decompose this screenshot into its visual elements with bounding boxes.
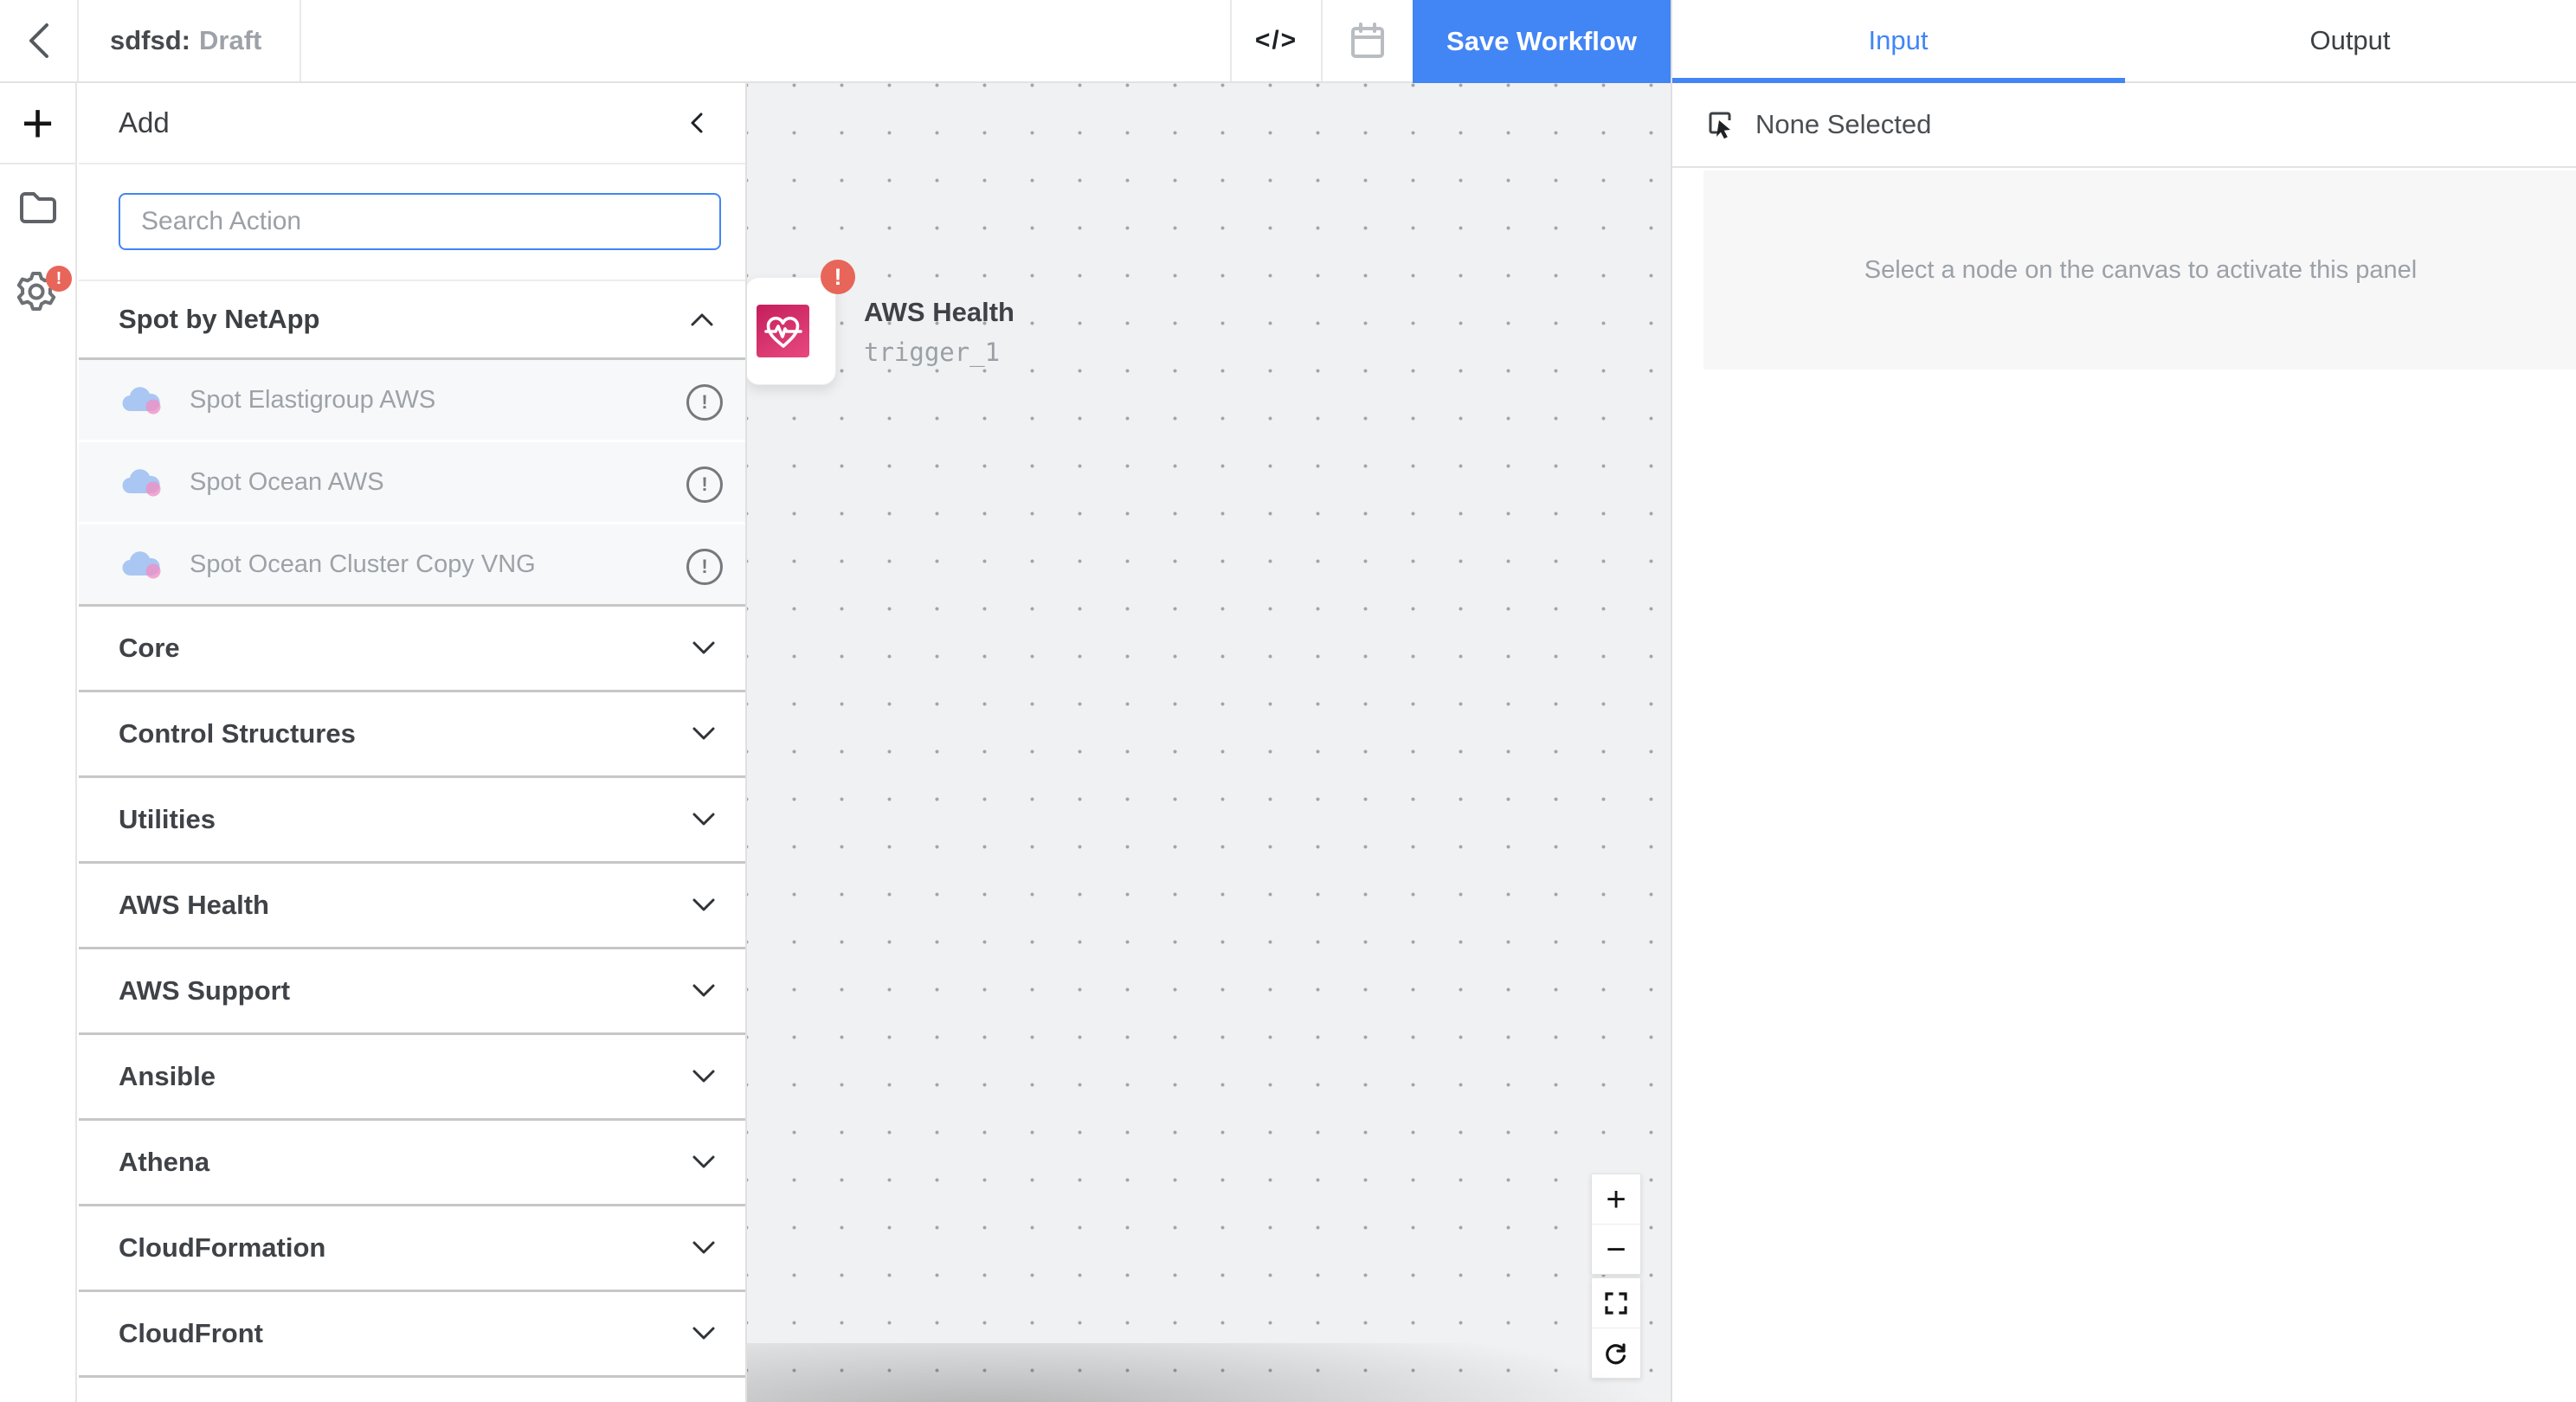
category-row-core[interactable]: Core (79, 604, 745, 690)
refresh-icon (1604, 1341, 1628, 1366)
code-icon: </> (1255, 26, 1298, 55)
chevron-down-icon (692, 640, 716, 656)
info-icon[interactable]: ! (686, 549, 723, 585)
category-row-athena[interactable]: Athena (79, 1118, 745, 1204)
workflow-name: sdfsd: (110, 25, 190, 56)
workflows-folder-button[interactable] (18, 189, 58, 227)
chevron-down-icon (692, 812, 716, 827)
folder-icon (18, 189, 58, 227)
collapse-panel-icon[interactable] (685, 110, 711, 136)
category-label: CloudFormation (119, 1232, 325, 1264)
chevron-down-icon (692, 1069, 716, 1084)
node-title: AWS Health (864, 297, 1014, 328)
category-label: Ansible (119, 1061, 216, 1092)
node-error-badge: ! (821, 260, 855, 294)
category-label: AWS Support (119, 975, 290, 1006)
new-workflow-button[interactable]: + (0, 83, 75, 164)
category-row-cloudformation[interactable]: CloudFormation (79, 1204, 745, 1289)
spot-cloud-icon (122, 467, 162, 497)
category-row-aws-health[interactable]: AWS Health (79, 861, 745, 947)
category-label: Core (119, 633, 180, 664)
selection-status-row: None Selected (1672, 83, 2576, 168)
panel-title: Add (119, 106, 170, 139)
info-icon[interactable]: ! (686, 466, 723, 503)
category-row-control-structures[interactable]: Control Structures (79, 690, 745, 775)
empty-state-box: Select a node on the canvas to activate … (1703, 170, 2576, 370)
search-input[interactable] (119, 193, 721, 250)
settings-alert-badge: ! (46, 266, 72, 292)
category-label: AWS Health (119, 890, 269, 921)
reset-view-button[interactable] (1592, 1328, 1640, 1378)
workflow-status-badge: Draft (199, 25, 261, 56)
spot-cloud-icon (122, 550, 162, 579)
info-icon[interactable]: ! (686, 384, 723, 421)
action-item-spot-elastigroup-aws[interactable]: Spot Elastigroup AWS ! (79, 360, 745, 440)
category-row-cloudfront[interactable]: CloudFront (79, 1289, 745, 1375)
section-spot-by-netapp[interactable]: Spot by NetApp (79, 280, 745, 360)
category-list: Core Control Structures Utilities AWS He… (79, 604, 745, 1402)
node-details-panel: InputOutput None Selected Select a node … (1671, 0, 2576, 1402)
node-id: trigger_1 (864, 338, 1000, 367)
save-workflow-button[interactable]: Save Workflow (1413, 0, 1671, 83)
category-row-ansible[interactable]: Ansible (79, 1032, 745, 1118)
action-item-label: Spot Elastigroup AWS (190, 386, 435, 415)
fit-view-button[interactable] (1592, 1278, 1640, 1328)
aws-health-node-icon (757, 305, 809, 357)
spot-cloud-icon (122, 385, 162, 415)
action-item-label: Spot Ocean AWS (190, 468, 384, 497)
category-label: Control Structures (119, 718, 356, 749)
zoom-controls: + − (1591, 1174, 1641, 1275)
view-controls (1591, 1277, 1641, 1379)
category-row-aws-support[interactable]: AWS Support (79, 947, 745, 1032)
action-item-spot-ocean-aws[interactable]: Spot Ocean AWS ! (79, 442, 745, 522)
zoom-out-button[interactable]: − (1592, 1224, 1640, 1274)
category-label: Utilities (119, 804, 216, 835)
top-bar: sdfsd: Draft </> Save Workflow (0, 0, 1671, 83)
action-item-label: Spot Ocean Cluster Copy VNG (190, 550, 536, 579)
spot-items-list: Spot Elastigroup AWS ! Spot Ocean AWS ! … (79, 360, 745, 607)
chevron-down-icon (692, 726, 716, 742)
schedule-button[interactable] (1321, 0, 1413, 81)
heart-pulse-icon (763, 311, 804, 352)
calendar-icon (1349, 22, 1386, 60)
back-chevron-icon (24, 22, 54, 60)
chevron-down-icon (692, 1154, 716, 1170)
chevron-down-icon (692, 897, 716, 913)
left-icon-rail: + ! (0, 83, 77, 1402)
chevron-down-icon (692, 983, 716, 999)
select-cursor-icon (1707, 110, 1735, 139)
back-button[interactable] (0, 0, 79, 81)
section-label: Spot by NetApp (119, 304, 320, 335)
category-row-utilities[interactable]: Utilities (79, 775, 745, 861)
panel-header: Add (79, 83, 745, 164)
category-label: Athena (119, 1147, 209, 1178)
io-tab-bar: InputOutput (1672, 0, 2576, 83)
workflow-node[interactable] (747, 277, 836, 385)
action-item-spot-ocean-cluster-copy-vng[interactable]: Spot Ocean Cluster Copy VNG ! (79, 524, 745, 604)
empty-state-hint: Select a node on the canvas to activate … (1864, 256, 2417, 285)
fullscreen-icon (1605, 1292, 1627, 1315)
zoom-in-button[interactable]: + (1592, 1174, 1640, 1224)
active-tab-underline (1672, 78, 2125, 83)
tab-output[interactable]: Output (2124, 0, 2576, 81)
tab-input[interactable]: Input (1672, 0, 2124, 81)
chevron-up-icon (690, 312, 714, 327)
workflow-title: sdfsd: Draft (79, 0, 301, 81)
category-row-cloudwatch[interactable]: CloudWatch (79, 1375, 745, 1402)
code-view-button[interactable]: </> (1230, 0, 1321, 81)
chevron-down-icon (692, 1326, 716, 1341)
category-label: CloudFront (119, 1318, 263, 1349)
add-actions-panel: Add Spot by NetApp Spot Elastigroup AWS … (79, 83, 747, 1402)
selection-status-label: None Selected (1755, 109, 1931, 140)
chevron-down-icon (692, 1240, 716, 1256)
search-row (79, 166, 745, 280)
workflow-canvas[interactable]: ! AWS Health trigger_1 + − (747, 83, 1671, 1402)
